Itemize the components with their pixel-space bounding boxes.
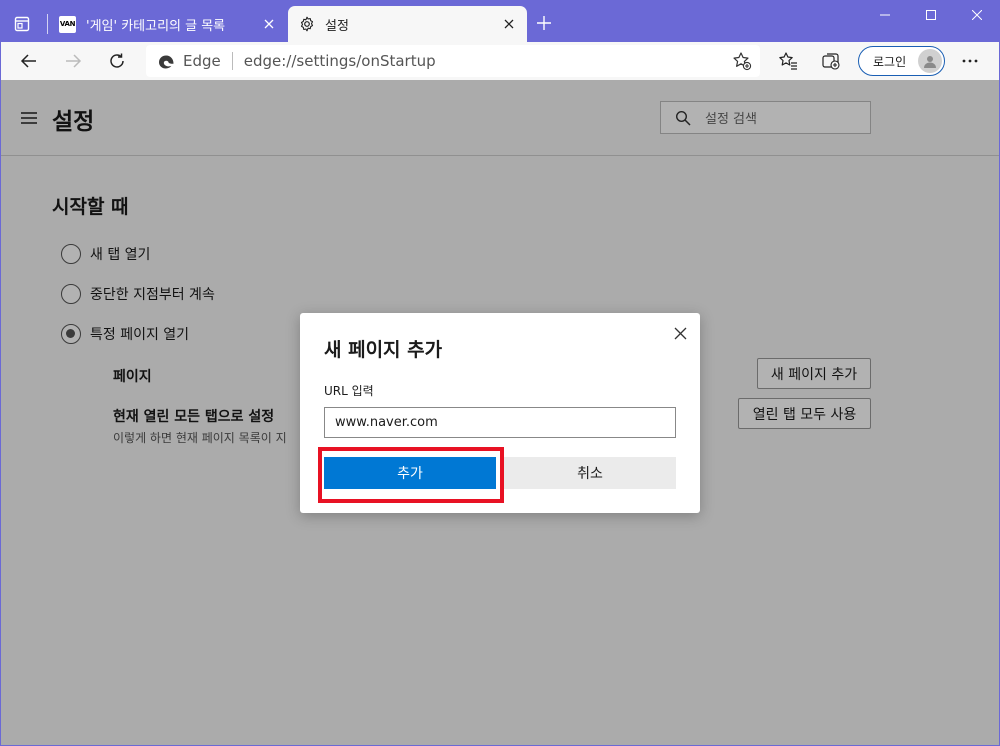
back-arrow-icon[interactable] bbox=[14, 46, 44, 76]
title-bar: VAN '게임' 카테고리의 글 목록 설정 bbox=[0, 0, 1000, 42]
tab-actions-icon[interactable] bbox=[8, 10, 36, 38]
login-label: 로그인 bbox=[873, 54, 907, 69]
favorites-icon[interactable] bbox=[773, 46, 803, 76]
cancel-button[interactable]: 취소 bbox=[504, 457, 676, 489]
tab-title: 설정 bbox=[325, 18, 349, 34]
highlight-box bbox=[318, 447, 504, 503]
profile-login-button[interactable]: 로그인 bbox=[858, 46, 945, 76]
close-tab-icon[interactable] bbox=[257, 12, 281, 36]
edge-label: Edge bbox=[183, 52, 221, 70]
edge-logo-icon bbox=[158, 53, 175, 70]
close-tab-icon[interactable] bbox=[497, 12, 521, 36]
tab-separator bbox=[47, 14, 48, 34]
address-separator bbox=[231, 52, 233, 70]
browser-toolbar: Edge edge://settings/onStartup 로그인 bbox=[0, 42, 1000, 80]
avatar bbox=[918, 49, 942, 73]
forward-arrow-icon bbox=[58, 46, 88, 76]
close-window-icon[interactable] bbox=[954, 0, 1000, 30]
url-text[interactable]: edge://settings/onStartup bbox=[244, 52, 436, 70]
url-label: URL 입력 bbox=[324, 384, 374, 398]
collections-icon[interactable] bbox=[816, 46, 846, 76]
more-options-icon[interactable] bbox=[955, 46, 985, 76]
add-favorite-icon[interactable] bbox=[732, 51, 752, 75]
minimize-icon[interactable] bbox=[862, 0, 908, 30]
tab-settings[interactable]: 설정 bbox=[288, 6, 527, 42]
address-bar[interactable]: Edge edge://settings/onStartup bbox=[146, 45, 760, 77]
tab-title: '게임' 카테고리의 글 목록 bbox=[86, 18, 226, 34]
url-input[interactable] bbox=[324, 407, 676, 438]
maximize-icon[interactable] bbox=[908, 0, 954, 30]
refresh-icon[interactable] bbox=[102, 46, 132, 76]
gear-icon bbox=[298, 16, 315, 33]
dialog-title: 새 페이지 추가 bbox=[324, 339, 443, 361]
close-icon[interactable] bbox=[670, 323, 690, 343]
van-favicon-icon: VAN bbox=[59, 15, 76, 33]
tab-game-category[interactable]: VAN '게임' 카테고리의 글 목록 bbox=[49, 6, 287, 42]
new-tab-icon[interactable] bbox=[532, 11, 556, 35]
